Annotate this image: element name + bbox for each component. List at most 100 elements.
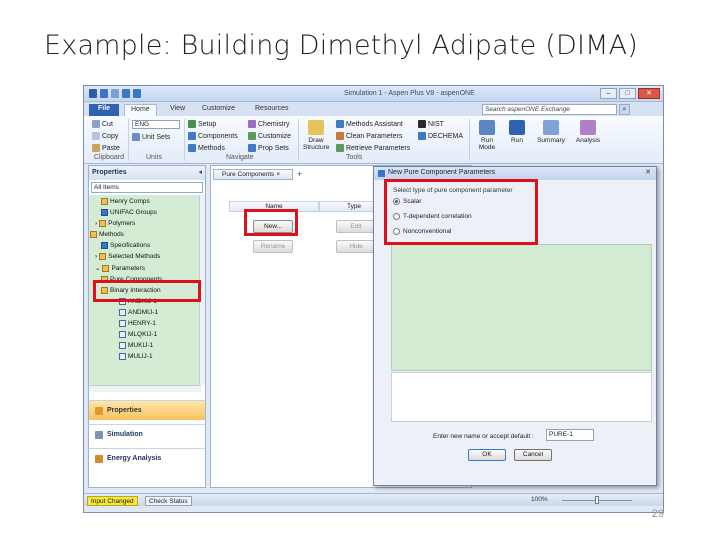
dialog-close-icon[interactable]: ✕ <box>643 169 653 178</box>
next-icon[interactable] <box>133 89 141 98</box>
search-input[interactable]: Search aspenONE Exchange <box>482 104 617 115</box>
methods-icon <box>188 144 196 152</box>
separator <box>184 119 185 161</box>
tab-customize[interactable]: Customize <box>196 104 241 116</box>
methods-assistant-button[interactable]: Methods Assistant <box>336 120 403 128</box>
dialog-icon <box>378 170 385 177</box>
tree-item-specifications[interactable]: Specifications <box>101 242 150 249</box>
ok-button[interactable]: OK <box>468 449 506 461</box>
collapse-icon[interactable]: ⌄ <box>95 264 100 272</box>
tab-view[interactable]: View <box>164 104 191 116</box>
highlight-pure-components <box>93 280 201 302</box>
nist-button[interactable]: NIST <box>418 120 444 128</box>
clean-icon <box>336 132 344 140</box>
nav-simulation-button[interactable]: Simulation <box>89 424 205 444</box>
tree-item-mlqkij[interactable]: MLQKIJ-1 <box>119 331 157 338</box>
tree-item-henry[interactable]: HENRY-1 <box>119 320 156 327</box>
doc-icon <box>119 331 126 338</box>
summary-button[interactable]: Summary <box>534 120 568 144</box>
nav-energy-analysis-button[interactable]: Energy Analysis <box>89 448 205 468</box>
horizontal-scrollbar[interactable] <box>89 385 201 392</box>
tree-item-mulij[interactable]: MULIJ-1 <box>119 353 153 360</box>
draw-structure-button[interactable]: Draw Structure <box>303 120 329 151</box>
dechema-button[interactable]: DECHEMA <box>418 132 463 140</box>
highlight-parameter-type <box>384 179 538 245</box>
unit-set-select[interactable]: ENG <box>132 120 180 129</box>
check-icon <box>101 209 108 216</box>
setup-icon <box>188 120 196 128</box>
customize-button[interactable]: Customize <box>248 132 291 140</box>
run-mode-button[interactable]: Run Mode <box>474 120 500 151</box>
tree-item-selected-methods[interactable]: › Selected Methods <box>95 253 160 260</box>
units-group-label: Units <box>146 154 162 161</box>
search-icon[interactable]: ⌕ <box>619 104 630 115</box>
setup-button[interactable]: Setup <box>188 120 216 128</box>
run-button[interactable]: Run <box>504 120 530 144</box>
close-tab-icon[interactable]: × <box>276 171 280 178</box>
description-panel <box>391 244 652 371</box>
tab-resources[interactable]: Resources <box>249 104 294 116</box>
app-logo-icon[interactable] <box>89 89 97 98</box>
expand-icon[interactable]: › <box>95 220 97 227</box>
tree-item-polymers[interactable]: › Polymers <box>95 220 135 227</box>
scissors-icon <box>92 120 100 128</box>
hide-button[interactable]: Hide <box>336 240 376 253</box>
title-bar: Simulation 1 - Aspen Plus V8 - aspenONE … <box>84 86 663 102</box>
undo-icon[interactable] <box>111 89 119 98</box>
rename-button[interactable]: Rename <box>253 240 293 253</box>
maximize-button[interactable]: □ <box>619 88 636 99</box>
cancel-button[interactable]: Cancel <box>514 449 552 461</box>
quick-access-toolbar <box>89 89 141 98</box>
save-icon[interactable] <box>100 89 108 98</box>
prop-sets-button[interactable]: Prop Sets <box>248 144 289 152</box>
prop-sets-icon <box>248 144 256 152</box>
slide-number: 29 <box>651 508 664 520</box>
copy-button[interactable]: Copy <box>92 132 118 140</box>
tree-item-andmij[interactable]: ANDMIJ-1 <box>119 309 158 316</box>
nav-properties-button[interactable]: Properties <box>89 400 205 420</box>
cut-button[interactable]: Cut <box>92 120 113 128</box>
unit-sets-icon <box>132 133 140 141</box>
separator <box>298 119 299 161</box>
retrieve-parameters-button[interactable]: Retrieve Parameters <box>336 144 410 152</box>
unit-sets-button[interactable]: Unit Sets <box>132 133 170 141</box>
ribbon: Cut Copy Paste Clipboard ENG Unit Sets U… <box>84 116 663 164</box>
tree-item-parameters[interactable]: ⌄ Parameters <box>95 264 145 272</box>
run-icon[interactable] <box>122 89 130 98</box>
check-status-button[interactable]: Check Status <box>145 496 192 506</box>
navigation-pane: Properties ◂ All Items Henry Comps UNIFA… <box>88 165 206 488</box>
minimize-button[interactable]: – <box>600 88 617 99</box>
tree-item-unifac-groups[interactable]: UNIFAC Groups <box>101 209 157 216</box>
folder-icon <box>90 231 97 238</box>
tab-pure-components[interactable]: Pure Components × <box>213 169 293 180</box>
tree-item-henry-comps[interactable]: Henry Comps <box>101 198 150 205</box>
components-icon <box>188 132 196 140</box>
paste-button[interactable]: Paste <box>92 144 120 152</box>
tree-item-methods[interactable]: Methods <box>90 231 124 238</box>
clipboard-group-label: Clipboard <box>94 154 124 161</box>
folder-icon <box>99 253 107 260</box>
status-bar: Input Changed Check Status 100% <box>84 493 663 506</box>
filter-select[interactable]: All Items <box>91 182 203 193</box>
slide: Example: Building Dimethyl Adipate (DIMA… <box>0 0 720 540</box>
expand-icon[interactable]: › <box>95 253 97 260</box>
paste-icon <box>92 144 100 152</box>
clean-parameters-button[interactable]: Clean Parameters <box>336 132 402 140</box>
assistant-icon <box>336 120 344 128</box>
play-icon <box>509 120 525 135</box>
collapse-icon[interactable]: ◂ <box>198 168 202 176</box>
methods-button[interactable]: Methods <box>188 144 225 152</box>
dechema-icon <box>418 132 426 140</box>
tab-file[interactable]: File <box>89 104 119 116</box>
input-changed-status[interactable]: Input Changed <box>87 496 138 506</box>
analysis-button[interactable]: Analysis <box>573 120 603 144</box>
chemistry-button[interactable]: Chemistry <box>248 120 290 128</box>
close-button[interactable]: ✕ <box>638 88 660 99</box>
name-input[interactable]: PURE-1 <box>546 429 594 441</box>
add-tab-icon[interactable]: + <box>297 169 302 179</box>
tab-home[interactable]: Home <box>124 104 157 116</box>
zoom-slider-handle[interactable] <box>595 496 599 504</box>
tree-item-mukij[interactable]: MUKIJ-1 <box>119 342 153 349</box>
components-button[interactable]: Components <box>188 132 238 140</box>
edit-button[interactable]: Edit <box>336 220 376 233</box>
